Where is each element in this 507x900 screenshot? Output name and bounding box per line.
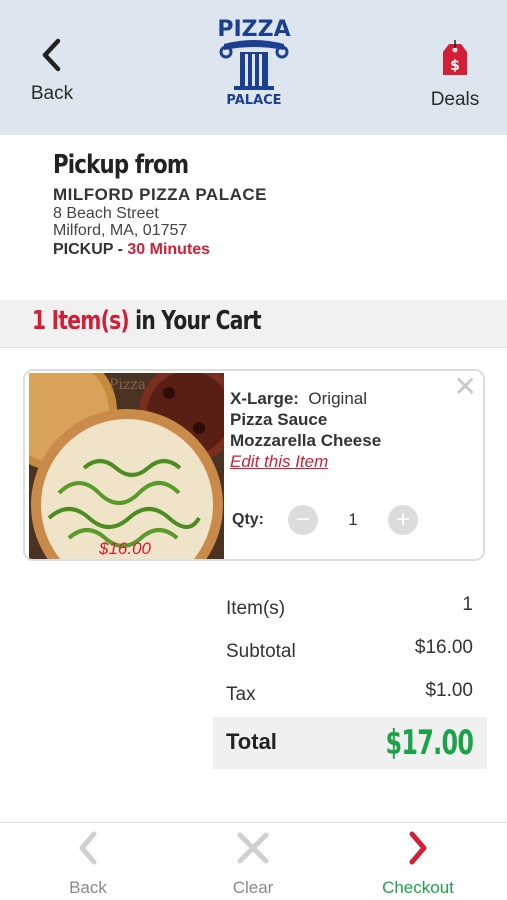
- summary-total-value: $17.00: [385, 723, 473, 763]
- cart-item-card: Pizza $16.00 ✕ X-Large: Original Pizza S…: [23, 369, 485, 561]
- pickup-info: Pickup from MILFORD PIZZA PALACE 8 Beach…: [53, 148, 473, 259]
- image-price-label: $16.00: [99, 539, 151, 558]
- summary-subtotal-value: $16.00: [414, 637, 473, 658]
- x-icon: [236, 831, 270, 870]
- app-header: Back PIZZA PALACE $ Deals: [0, 0, 507, 135]
- store-name: MILFORD PIZZA PALACE: [53, 185, 267, 204]
- qty-decrease-button[interactable]: −: [288, 505, 318, 535]
- bottom-checkout-button[interactable]: Checkout: [363, 831, 473, 898]
- order-summary: Item(s) 1 Subtotal $16.00 Tax $1.00 Tota…: [213, 590, 487, 769]
- svg-text:$: $: [450, 58, 460, 74]
- summary-items-value: 1: [462, 594, 473, 615]
- header-back-label: Back: [30, 83, 74, 104]
- chevron-right-icon: [406, 831, 430, 870]
- chevron-left-icon: [38, 38, 66, 77]
- summary-items-label: Item(s): [226, 598, 286, 619]
- pickup-mode-label: PICKUP -: [53, 241, 128, 258]
- item-size-line: X-Large: Original: [230, 389, 381, 409]
- item-topping-sauce: Pizza Sauce: [230, 410, 328, 429]
- price-tag-icon: $: [441, 38, 469, 83]
- cart-heading-suffix: in Your Cart: [128, 306, 261, 336]
- summary-subtotal-label: Subtotal: [226, 641, 296, 662]
- item-size-value: Original: [308, 389, 368, 408]
- summary-items-row: Item(s) 1: [213, 590, 487, 633]
- pizza-image: Pizza $16.00: [29, 373, 224, 559]
- header-deals-label: Deals: [430, 89, 480, 110]
- remove-item-close-icon[interactable]: ✕: [454, 373, 477, 401]
- qty-increase-button[interactable]: +: [388, 505, 418, 535]
- bottom-clear-button[interactable]: Clear: [198, 831, 308, 898]
- store-address-line1: 8 Beach Street: [53, 205, 159, 222]
- chevron-left-icon: [76, 831, 100, 870]
- logo-top-text: PIZZA: [217, 17, 290, 42]
- bottom-back-button[interactable]: Back: [33, 831, 143, 898]
- summary-total-label: Total: [226, 729, 277, 754]
- store-address-line2: Milford, MA, 01757: [53, 222, 188, 239]
- header-deals-button[interactable]: $ Deals: [420, 38, 490, 111]
- item-topping-cheese: Mozzarella Cheese: [230, 431, 382, 450]
- header-back-button[interactable]: Back: [22, 38, 82, 105]
- bottom-nav: Back Clear Checkout: [0, 822, 507, 900]
- summary-tax-value: $1.00: [425, 680, 473, 701]
- cart-header-bar: 1 Item(s) in Your Cart: [0, 300, 507, 348]
- item-size-label: X-Large:: [230, 389, 299, 408]
- image-watermark: Pizza: [109, 377, 146, 393]
- pickup-time-value: 30 Minutes: [127, 241, 211, 258]
- summary-total-row: Total $17.00: [213, 717, 487, 769]
- bottom-back-label: Back: [69, 878, 107, 897]
- item-details: X-Large: Original Pizza Sauce Mozzarella…: [230, 389, 381, 472]
- qty-label: Qty:: [232, 511, 264, 528]
- summary-subtotal-row: Subtotal $16.00: [213, 633, 487, 676]
- pickup-time: PICKUP - 30 Minutes: [53, 241, 473, 259]
- cart-count-heading: 1 Item(s) in Your Cart: [32, 306, 262, 336]
- edit-item-link[interactable]: Edit this Item: [230, 452, 328, 472]
- cart-item-count: 1 Item(s): [32, 306, 130, 336]
- quantity-stepper: Qty: − 1 +: [232, 505, 418, 535]
- bottom-checkout-label: Checkout: [382, 878, 454, 897]
- pizza-palace-logo: PIZZA PALACE: [206, 14, 302, 108]
- summary-tax-label: Tax: [226, 684, 256, 705]
- summary-tax-row: Tax $1.00: [213, 676, 487, 719]
- qty-value: 1: [348, 510, 358, 529]
- logo-bottom-text: PALACE: [226, 93, 281, 106]
- bottom-clear-label: Clear: [232, 878, 274, 897]
- pickup-title: Pickup from: [53, 150, 189, 180]
